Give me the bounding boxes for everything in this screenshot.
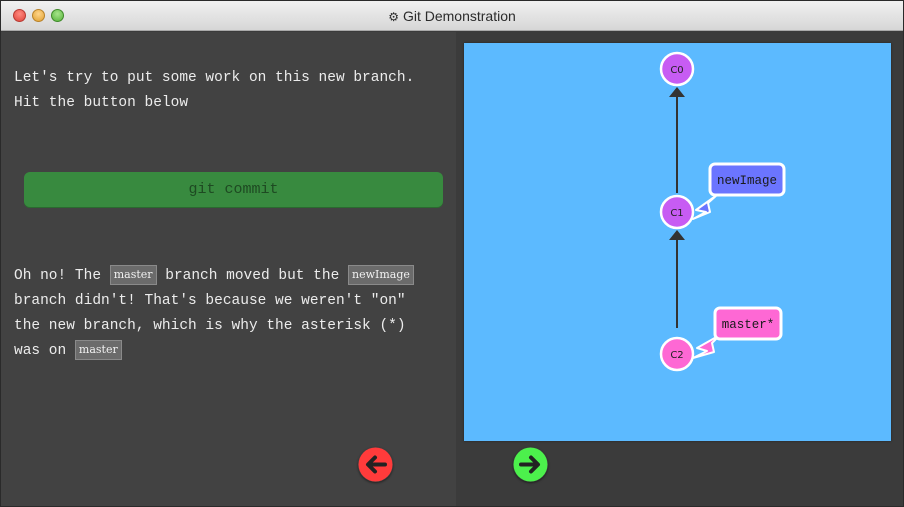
- arrow-left-icon: [358, 447, 393, 482]
- result-text: Oh no! The master branch moved but the n…: [14, 264, 434, 364]
- edge-arrowhead: [669, 230, 685, 240]
- git-commit-button[interactable]: git commit: [24, 172, 443, 207]
- intro-text: Let's try to put some work on this new b…: [14, 70, 415, 111]
- edge-arrowhead: [669, 87, 685, 97]
- gear-icon: ⚙: [388, 10, 399, 24]
- next-button[interactable]: [513, 447, 548, 482]
- title-bar: ⚙ Git Demonstration: [1, 1, 903, 31]
- app-window: ⚙ Git Demonstration Let's try to put some…: [0, 0, 904, 507]
- commit-label-c1: C1: [670, 208, 683, 219]
- arrow-right-icon: [513, 447, 548, 482]
- git-graph-canvas: newImage master* C0 C1 C2: [464, 43, 891, 441]
- branch-tag-newimage: newImage: [347, 265, 414, 285]
- instructions-panel: Let's try to put some work on this new b…: [1, 32, 456, 506]
- commit-label-c0: C0: [670, 65, 683, 76]
- branch-label-newimage: newImage: [717, 174, 777, 188]
- branch-label-master: master*: [722, 318, 775, 332]
- commit-label-c2: C2: [670, 350, 683, 361]
- branch-arrow-newimage: [692, 194, 718, 220]
- window-title: ⚙ Git Demonstration: [388, 8, 516, 24]
- branch-tag-master: master: [109, 265, 157, 285]
- previous-button[interactable]: [358, 447, 393, 482]
- git-graph: newImage master* C0 C1 C2: [659, 51, 786, 372]
- branch-tag-master: master: [74, 340, 122, 360]
